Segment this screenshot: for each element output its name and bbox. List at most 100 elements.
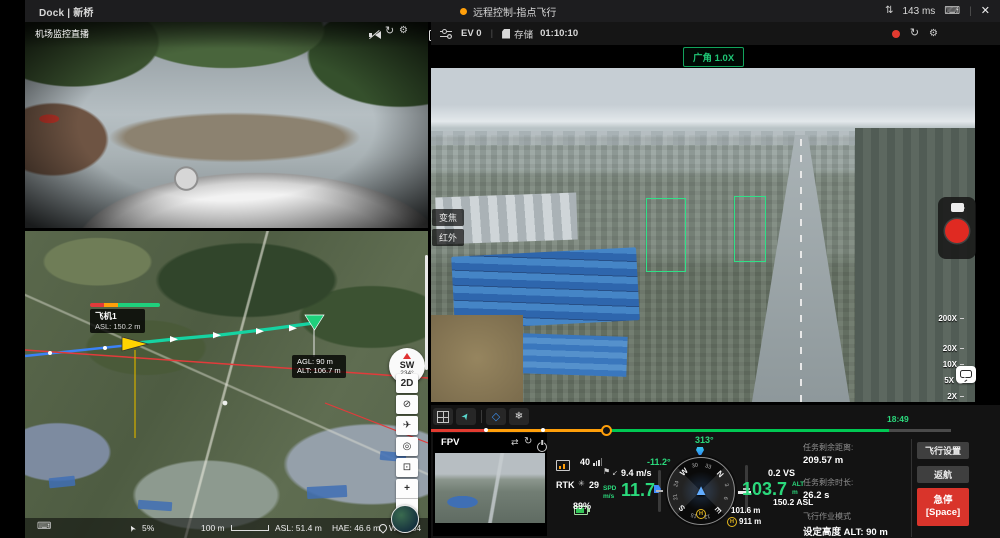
- grid-mode-button[interactable]: [433, 408, 453, 425]
- heading-value: 313°: [695, 435, 714, 445]
- speed-gauge-marker: [654, 485, 661, 493]
- aircraft-label[interactable]: 飞机1 ASL: 150.2 m: [90, 309, 145, 333]
- chat-bubble-button[interactable]: [956, 366, 976, 383]
- zoom-level-200X[interactable]: 200X: [924, 312, 964, 325]
- compass-tick: 3: [723, 483, 730, 487]
- pointer-icon: ➤: [459, 410, 472, 422]
- emergency-stop-button[interactable]: 急停 [Space]: [917, 488, 969, 526]
- grid-icon: [437, 411, 449, 423]
- spd-unit: m/s: [603, 493, 614, 500]
- waypoint-label: AGL: 90 m ALT: 106.7 m: [292, 355, 346, 378]
- pointer-mode-button[interactable]: ➤: [456, 408, 476, 425]
- storage-icon: [502, 29, 510, 39]
- telemetry-panel: ➤ ◇ ❄ 18:49 FPV ⇄ ↻ 40 RTK ✳ 29 89% ⚑ ↙: [431, 405, 1000, 538]
- ev-value[interactable]: EV 0: [461, 28, 482, 39]
- home-distance-icon: H: [727, 517, 737, 527]
- swap-icon[interactable]: ⇄: [511, 438, 519, 447]
- remaining-time-label: 任务剩余时长:: [803, 477, 853, 488]
- zoom-level-label: 10X: [943, 360, 957, 369]
- compass-tick: 21: [673, 493, 680, 500]
- map-locate-icon[interactable]: ◎: [396, 437, 418, 456]
- refresh-icon[interactable]: ↻: [385, 26, 394, 37]
- frost-mode-button[interactable]: ❄: [509, 408, 529, 425]
- lens-mode-badge: 广角 1.0X: [683, 47, 744, 67]
- timeline-marker: [484, 428, 488, 432]
- storage-label: 存储: [514, 27, 533, 41]
- zoom-lens-button[interactable]: 变焦: [432, 209, 464, 226]
- mission-status: 远程控制-指点飞行: [460, 4, 556, 19]
- audio-muted-icon[interactable]: [368, 29, 381, 40]
- compass-tick: 24: [673, 480, 681, 488]
- wind-speed: 9.4 m/s: [621, 468, 652, 478]
- fpv-thumbnail[interactable]: [435, 453, 545, 523]
- zoom-level-20X[interactable]: 20X: [924, 342, 964, 355]
- map-hae: HAE: 46.6 m: [332, 523, 380, 533]
- satellite-icon: ✳: [578, 480, 585, 488]
- map-globe-button[interactable]: [391, 505, 419, 533]
- map-circle-slash-icon[interactable]: ⊘: [396, 395, 418, 414]
- map-zoom-in-button[interactable]: +: [396, 479, 418, 499]
- keyboard-shortcut-icon[interactable]: ⌨: [37, 522, 51, 532]
- timeline-marker: [541, 428, 545, 432]
- keyboard-icon[interactable]: ⌨: [944, 6, 960, 17]
- ir-lens-button[interactable]: 红外: [432, 229, 464, 246]
- storage-time: 01:10:10: [540, 28, 578, 39]
- rtk-label: RTK: [556, 480, 575, 490]
- alt-unit: m: [792, 489, 798, 496]
- zoom-tick: [960, 318, 964, 320]
- recording-indicator-icon: [892, 30, 900, 38]
- snowflake-icon: ❄: [515, 411, 523, 422]
- aircraft-asl: ASL: 150.2 m: [95, 322, 140, 331]
- timeline-segment-green: [606, 429, 889, 432]
- map-compass-dir: SW: [400, 360, 415, 370]
- compass-tick: 33: [705, 463, 713, 471]
- map-aircraft-icon[interactable]: ✈: [396, 416, 418, 435]
- map-framing-icon[interactable]: ⊡: [396, 458, 418, 477]
- blue-roof-buildings: [517, 333, 627, 377]
- return-home-button[interactable]: 返航: [917, 466, 969, 483]
- zoom-tick: [960, 348, 964, 350]
- record-button[interactable]: [945, 219, 969, 243]
- hd-link-value: 40: [580, 457, 590, 467]
- power-icon[interactable]: [537, 442, 547, 452]
- map-2d-button[interactable]: 2D: [396, 374, 418, 393]
- camera-gear-icon[interactable]: ⚙: [929, 29, 938, 39]
- timeline-segment-orange: [486, 429, 606, 432]
- waypoint-mode-button[interactable]: ◇: [486, 408, 506, 425]
- dock-camera-title: 机场监控直播: [35, 27, 89, 40]
- dock-camera-feed: [25, 22, 428, 228]
- waypoint-agl: AGL: 90 m: [297, 357, 341, 366]
- battery-percent: 89%: [573, 501, 591, 511]
- home-distance: 911 m: [739, 517, 761, 526]
- compass-tick: 6: [722, 496, 729, 501]
- zoom-level-2X[interactable]: 2X: [924, 390, 964, 403]
- detection-box: [646, 198, 686, 272]
- hd-link-icon: [556, 460, 570, 471]
- zoom-level-label: 5X: [944, 376, 954, 385]
- flight-mode-label: 飞行作业模式: [803, 511, 851, 522]
- camera-settings-sliders-icon[interactable]: [440, 28, 452, 39]
- spd-label: SPD: [603, 485, 616, 492]
- mission-status-label: 远程控制-指点飞行: [473, 4, 556, 19]
- camera-refresh-icon[interactable]: ↻: [910, 28, 919, 39]
- fpv-refresh-icon[interactable]: ↻: [524, 437, 532, 447]
- zoom-level-label: 20X: [943, 344, 957, 353]
- gear-icon[interactable]: ⚙: [399, 26, 408, 36]
- panel-divider-handle[interactable]: [425, 255, 428, 370]
- laser-distance: 101.6 m: [731, 506, 760, 515]
- compass-tick: 30: [692, 463, 699, 470]
- aircraft-battery-bar: [90, 303, 160, 307]
- main-camera-feed[interactable]: [431, 68, 975, 402]
- gimbal-pitch: -11.2°: [647, 457, 671, 467]
- heading-marker-icon: [696, 447, 704, 457]
- compass-tick: 12: [703, 512, 710, 519]
- diamond-icon: ◇: [492, 410, 500, 423]
- map-scale-label: 100 m: [201, 523, 225, 533]
- flight-settings-button[interactable]: 飞行设置: [917, 442, 969, 459]
- close-icon[interactable]: ✕: [981, 6, 990, 17]
- timeline-current-marker[interactable]: [601, 425, 612, 436]
- videocam-icon: [951, 203, 964, 212]
- map-scale-bar: [231, 525, 269, 531]
- aircraft-arrow-icon: ▲: [694, 482, 709, 499]
- estop-label: 急停: [933, 495, 952, 507]
